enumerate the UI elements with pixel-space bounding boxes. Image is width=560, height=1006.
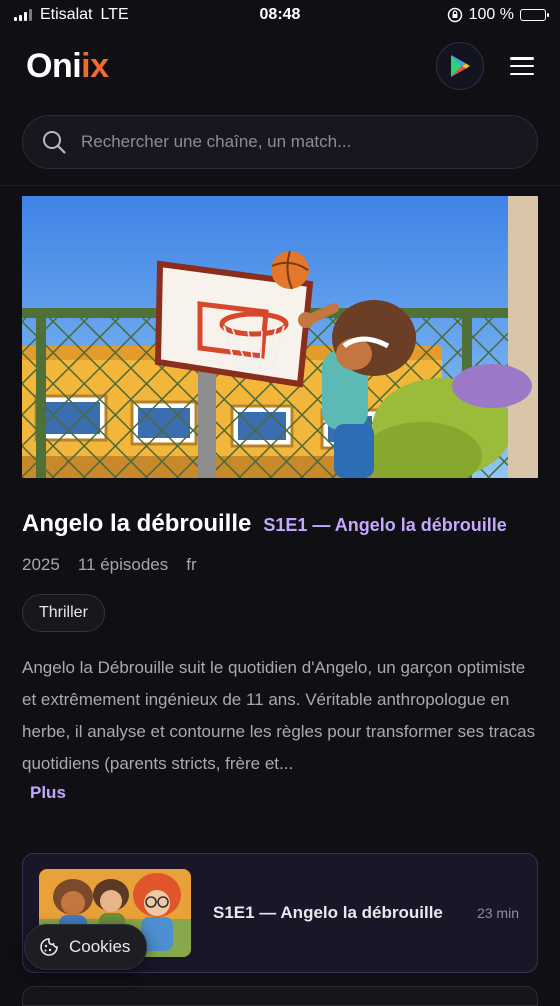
play-store-button[interactable] — [436, 42, 484, 90]
show-meta: 2025 11 épisodes fr — [22, 555, 197, 575]
show-year: 2025 — [22, 555, 60, 574]
network-type: LTE — [100, 6, 129, 23]
carrier-name: Etisalat — [40, 6, 93, 23]
current-episode-label: S1E1 — Angelo la débrouille — [263, 515, 507, 535]
show-title-row: Angelo la débrouille S1E1 — Angelo la dé… — [22, 510, 538, 538]
show-title: Angelo la débrouille — [22, 510, 252, 537]
search-icon — [43, 131, 66, 154]
show-description: Angelo la Débrouille suit le quotidien d… — [22, 658, 536, 773]
cookies-button[interactable]: Cookies — [24, 924, 148, 970]
search-bar[interactable] — [22, 115, 538, 169]
genre-tag[interactable]: Thriller — [22, 594, 105, 632]
next-episode-card[interactable] — [22, 986, 538, 1006]
orientation-lock-icon — [447, 7, 462, 23]
cookie-icon — [40, 938, 58, 956]
episode-title: S1E1 — Angelo la débrouille — [213, 903, 443, 922]
status-bar-right: 100 % — [447, 6, 549, 24]
battery-icon — [520, 9, 549, 21]
battery-percent: 100 % — [468, 6, 514, 23]
status-bar-left: Etisalat LTE — [14, 6, 129, 24]
app-header: Oniix — [0, 38, 560, 94]
play-store-icon — [451, 55, 470, 77]
show-language: fr — [186, 555, 197, 574]
search-input[interactable] — [81, 132, 519, 152]
header-divider — [0, 185, 560, 186]
more-button[interactable]: Plus — [30, 783, 66, 803]
cookies-label: Cookies — [69, 937, 131, 956]
show-hero-image[interactable] — [22, 196, 538, 478]
episode-duration: 23 min — [476, 905, 519, 921]
show-episode-count: 11 épisodes — [77, 555, 169, 574]
status-bar: Etisalat LTE 08:48 100 % — [0, 0, 560, 30]
oniix-logo[interactable]: Oniix — [26, 47, 109, 86]
header-actions — [436, 42, 534, 90]
hamburger-menu-icon[interactable] — [510, 57, 534, 75]
signal-icon — [14, 9, 32, 21]
